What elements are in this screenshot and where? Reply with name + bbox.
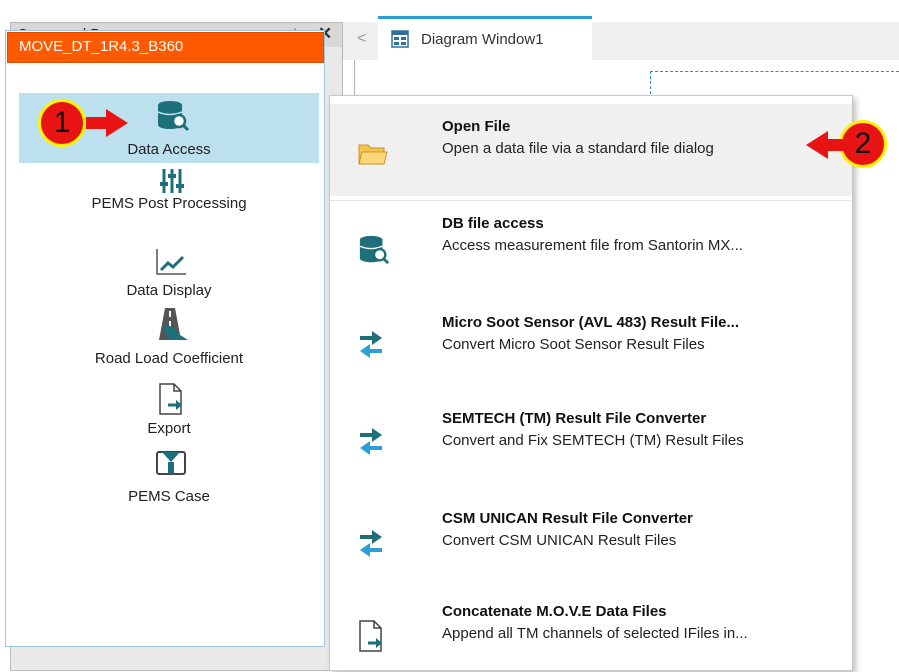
- sliders-icon: [160, 169, 184, 193]
- case-icon: [156, 451, 186, 475]
- cmd-item-data-display[interactable]: Data Display: [19, 237, 319, 301]
- cmd-item-export[interactable]: Export: [19, 379, 319, 441]
- menu-item-title: Micro Soot Sensor (AVL 483) Result File.…: [442, 314, 740, 331]
- menu-item-title: Open File: [442, 118, 511, 135]
- arrow-left-icon: [806, 131, 846, 159]
- menu-item-title: DB file access: [442, 215, 544, 232]
- menu-item-desc: Convert CSM UNICAN Result Files: [442, 532, 677, 549]
- menu-item-desc: Access measurement file from Santorin MX…: [442, 237, 743, 254]
- diagram-window-icon: [391, 30, 409, 48]
- convert-arrows-icon: [360, 530, 382, 557]
- step-marker-2: 2: [839, 120, 887, 168]
- menu-item-desc: Open a data file via a standard file dia…: [442, 140, 714, 157]
- database-search-icon: [359, 235, 390, 265]
- menu-item-concatenate-files[interactable]: Concatenate M.O.V.E Data Files Append al…: [330, 594, 852, 672]
- menu-item-desc: Convert and Fix SEMTECH (TM) Result File…: [442, 432, 744, 449]
- database-search-icon: [157, 101, 190, 132]
- step-marker-1: 1: [38, 99, 86, 147]
- cmd-item-label: Data Display: [126, 282, 212, 299]
- chevron-left-icon[interactable]: <: [357, 30, 366, 48]
- road-icon: [159, 308, 188, 340]
- project-selector[interactable]: MOVE_DT_1R4.3_B360: [7, 32, 324, 63]
- cmd-item-label: PEMS Case: [128, 488, 210, 505]
- cmd-item-road-load-coefficient[interactable]: Road Load Coefficient: [19, 303, 319, 371]
- menu-item-db-file-access[interactable]: DB file access Access measurement file f…: [330, 201, 852, 291]
- data-access-popup-menu: Open File Open a data file via a standar…: [329, 95, 853, 671]
- project-name: MOVE_DT_1R4.3_B360: [19, 38, 184, 55]
- menu-item-desc: Append all TM channels of selected IFile…: [442, 625, 748, 642]
- convert-arrows-icon: [360, 428, 382, 455]
- cmd-item-label: Road Load Coefficient: [94, 350, 244, 367]
- file-append-icon: [359, 620, 382, 652]
- folder-icon: [358, 144, 388, 165]
- menu-item-open-file[interactable]: Open File Open a data file via a standar…: [330, 104, 852, 196]
- menu-item-desc: Convert Micro Soot Sensor Result Files: [442, 336, 705, 353]
- menu-item-csm-unican-converter[interactable]: CSM UNICAN Result File Converter Convert…: [330, 490, 852, 589]
- arrow-right-icon: [86, 109, 128, 137]
- cmd-item-pems-post-processing[interactable]: PEMS Post Processing: [19, 168, 319, 232]
- menu-item-title: Concatenate M.O.V.E Data Files: [442, 603, 667, 620]
- tab-diagram-window[interactable]: Diagram Window1: [378, 16, 592, 60]
- export-file-icon: [159, 383, 182, 415]
- convert-arrows-icon: [360, 331, 382, 358]
- tab-label: Diagram Window1: [421, 31, 544, 48]
- menu-item-semtech-converter[interactable]: SEMTECH (TM) Result File Converter Conve…: [330, 388, 852, 487]
- menu-item-title: CSM UNICAN Result File Converter: [442, 510, 693, 527]
- cmd-item-pems-case[interactable]: PEMS Case: [19, 448, 319, 508]
- menu-item-title: SEMTECH (TM) Result File Converter: [442, 410, 707, 427]
- cmd-item-label: Export: [147, 420, 191, 437]
- line-chart-icon: [156, 249, 186, 275]
- cmd-item-label: PEMS Post Processing: [91, 195, 247, 212]
- menu-item-micro-soot-sensor[interactable]: Micro Soot Sensor (AVL 483) Result File.…: [330, 292, 852, 387]
